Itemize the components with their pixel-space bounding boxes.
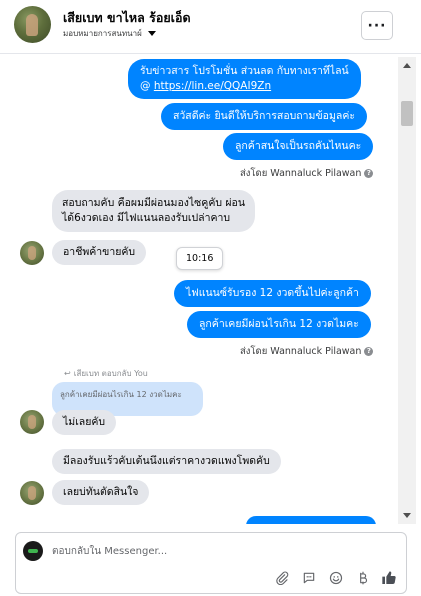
emoji-icon[interactable] [327,569,345,587]
line-link[interactable]: https://lin.ee/QQAI9Zn [154,80,271,92]
message-text-line2: @ https://lin.ee/QQAI9Zn [140,80,272,92]
message-text: สอบถามคับ คือผมมีผ่อนมองไซคูคับ ผ่อน [62,197,245,209]
contact-avatar-small [20,410,44,434]
reply-icon: ↩ [64,369,71,378]
incoming-message: มีลองรับแร้วคับเต้นนึงแต่ราคางวดแพงโพดคั… [52,449,281,474]
conversation-header: เสียเบท ขาไหล ร้อยเอ็ด มอบหมายการสนทนาผ์… [0,0,421,54]
outgoing-message-partial [246,516,376,524]
attachment-icon[interactable] [273,569,291,587]
scroll-thumb[interactable] [401,101,413,126]
outgoing-message: ไฟแนนซ์รับรอง 12 งวดขึ้นไปค่ะลูกค้า [174,280,371,307]
baht-icon[interactable] [354,569,372,587]
reply-input[interactable] [52,542,352,560]
chevron-down-icon [147,31,156,36]
timestamp-tooltip: 10:16 [176,247,224,270]
chat-icon[interactable] [300,569,318,587]
incoming-message: สอบถามคับ คือผมมีผ่อนมองไซคูคับ ผ่อน ได้… [52,190,255,232]
outgoing-message: ลูกค้าเคยมีผ่อนไรเกิน 12 งวดไมคะ [187,311,371,338]
message-thread: รับข่าวสาร โปรโมชั่น ส่วนลด กับทางเราทีไ… [0,57,421,524]
reply-meta: ↩ เสียเบท ตอบกลับ You [64,369,148,378]
thumbs-up-icon[interactable] [380,569,398,587]
outgoing-message: สวัสดีค่ะ ยินดีให้บริการสอบถามข้อมูลค่ะ [161,103,367,130]
page-avatar [23,541,43,561]
scroll-down-arrow-icon[interactable] [403,513,411,518]
message-composer [15,532,407,594]
scroll-up-arrow-icon[interactable] [403,63,411,68]
question-icon[interactable]: ? [364,347,374,356]
message-text-line2: ได้6งวดเอง มีไฟแนนลองรับเปล่าคาบ [62,212,231,224]
contact-avatar-small [20,241,44,265]
sent-by-label: ส่งโดย Wannaluck Pilawan ? [240,166,374,181]
thread-scrollbar[interactable] [398,57,416,524]
sent-by-label: ส่งโดย Wannaluck Pilawan ? [240,344,374,359]
outgoing-message: รับข่าวสาร โปรโมชั่น ส่วนลด กับทางเราทีไ… [128,59,361,99]
assign-label: มอบหมายการสนทนาผ์ [63,29,142,38]
assign-conversation-dropdown[interactable]: มอบหมายการสนทนาผ์ [63,27,156,40]
outgoing-message: ลูกค้าสนใจเป็นรถคันไหนคะ [223,133,374,160]
contact-name[interactable]: เสียเบท ขาไหล ร้อยเอ็ด [63,8,191,28]
incoming-message: ไม่เลยคับ [52,410,117,435]
incoming-message: อาชีพค้าขายคับ [52,240,147,265]
more-options-button[interactable]: ··· [361,11,393,40]
incoming-message: เลยบ่ทันตัดสินใจ [52,480,150,505]
message-text: รับข่าวสาร โปรโมชั่น ส่วนลด กับทางเราทีไ… [140,65,349,77]
contact-avatar-small [20,481,44,505]
question-icon[interactable]: ? [364,169,374,178]
contact-avatar[interactable] [14,6,51,43]
